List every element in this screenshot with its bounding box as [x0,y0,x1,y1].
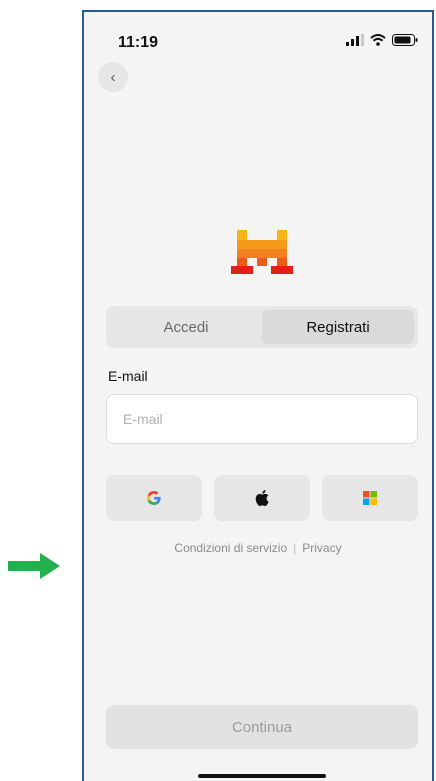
phone-screen: 11:19 ‹ Accedi Registrati E-mail E-mail … [82,10,434,781]
chevron-left-icon: ‹ [110,68,116,86]
status-bar: 11:19 [84,12,432,72]
home-indicator [198,774,326,778]
app-logo [231,230,293,274]
screenshot-canvas: 11:19 ‹ Accedi Registrati E-mail E-mail … [0,0,436,781]
google-login-button[interactable] [106,475,202,521]
tab-accedi[interactable]: Accedi [110,310,262,344]
legal-separator: | [293,541,297,555]
wifi-icon [370,34,386,46]
status-icons [346,34,418,46]
legal-links: Condizioni di servizio | Privacy [84,541,432,555]
tab-registrati[interactable]: Registrati [262,310,414,344]
microsoft-login-button[interactable] [322,475,418,521]
continue-button[interactable]: Continua [106,705,418,749]
status-time: 11:19 [118,34,159,51]
email-label: E-mail [108,368,148,384]
apple-login-button[interactable] [214,475,310,521]
apple-icon [255,490,269,506]
google-icon [147,491,161,505]
back-button[interactable]: ‹ [98,62,128,92]
auth-tabs: Accedi Registrati [106,306,418,348]
social-login-row [106,475,418,521]
battery-icon [392,34,418,46]
privacy-link[interactable]: Privacy [302,541,341,555]
terms-link[interactable]: Condizioni di servizio [174,541,287,555]
email-input[interactable] [106,394,418,444]
signal-icon [346,34,364,46]
microsoft-icon [363,491,377,505]
arrow-right-icon [8,553,60,579]
